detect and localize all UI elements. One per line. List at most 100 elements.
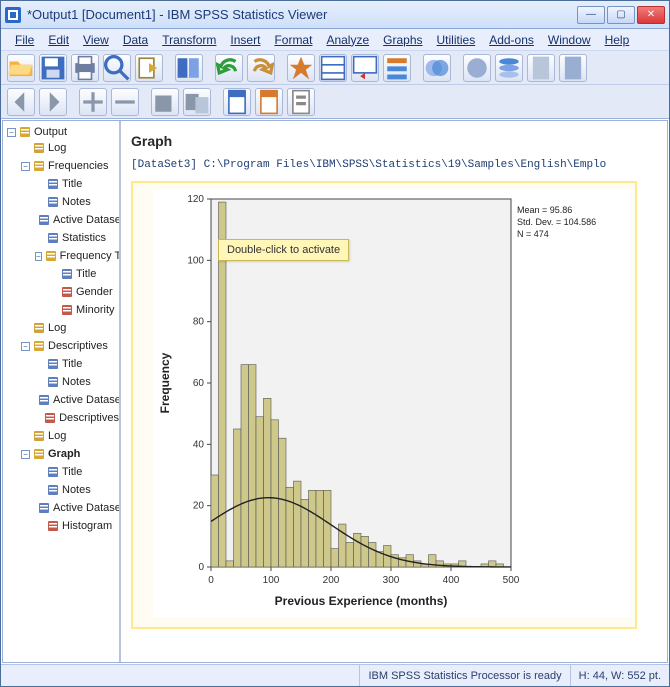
menu-file[interactable]: File (9, 31, 40, 49)
tree-node[interactable]: Notes (35, 481, 119, 499)
stack-icon (496, 55, 522, 81)
tree-node[interactable]: Gender (49, 283, 119, 301)
tree-node[interactable]: Active Dataset (35, 391, 119, 409)
select-button[interactable] (423, 54, 451, 82)
goto-data-button[interactable] (287, 54, 315, 82)
print-button[interactable] (71, 54, 99, 82)
recall-dialog-button[interactable] (175, 54, 203, 82)
nav-forward-button[interactable] (39, 88, 67, 116)
collapse-button[interactable] (151, 88, 179, 116)
tree-node[interactable]: Title (35, 463, 119, 481)
tree-node[interactable]: −Descriptives (21, 337, 119, 355)
tree-node[interactable]: Log (21, 139, 119, 157)
main-split: −OutputLog−FrequenciesTitleNotesActive D… (2, 120, 668, 663)
expand-button[interactable] (183, 88, 211, 116)
insert-title-button[interactable] (527, 54, 555, 82)
tree-node[interactable]: − Frequencies (21, 157, 119, 175)
tree-node[interactable]: Active Dataset (35, 499, 119, 517)
grid-arrow-icon (352, 55, 378, 81)
undo-button[interactable] (215, 54, 243, 82)
tree-node[interactable]: −Graph (21, 445, 119, 463)
tree-node[interactable]: Log (21, 427, 119, 445)
menu-window[interactable]: Window (542, 31, 597, 49)
tree-toggle[interactable]: − (21, 450, 30, 459)
redo-icon (248, 55, 274, 81)
variables-button[interactable] (383, 54, 411, 82)
tree-label: Frequencies (48, 158, 109, 174)
tree-toggle[interactable]: − (21, 162, 30, 171)
menu-graphs[interactable]: Graphs (377, 31, 428, 49)
svg-text:60: 60 (193, 378, 205, 389)
tree-node[interactable]: Title (35, 175, 119, 193)
tree-toggle[interactable]: − (21, 342, 30, 351)
nav-back-button[interactable] (7, 88, 35, 116)
minimize-button[interactable]: — (577, 6, 605, 24)
maximize-button[interactable]: ▢ (607, 6, 635, 24)
show-hidden-button[interactable] (463, 54, 491, 82)
hide-button[interactable] (255, 88, 283, 116)
demote-button[interactable] (111, 88, 139, 116)
tree-toggle[interactable]: − (35, 252, 42, 261)
menu-view[interactable]: View (77, 31, 115, 49)
tree-label: Gender (76, 284, 113, 300)
tree-node[interactable]: −Frequency Table (35, 247, 119, 265)
tree-node[interactable]: Title (49, 265, 119, 283)
menu-edit[interactable]: Edit (42, 31, 75, 49)
export-button[interactable] (135, 54, 163, 82)
tree-node[interactable]: Notes (35, 373, 119, 391)
tree-node[interactable]: Active Dataset (35, 211, 119, 229)
svg-text:200: 200 (323, 575, 340, 586)
close-button[interactable]: ✕ (637, 6, 665, 24)
svg-text:0: 0 (208, 575, 214, 586)
tree-root-node[interactable]: −Output (7, 125, 119, 139)
titlebar[interactable]: *Output1 [Document1] - IBM SPSS Statisti… (1, 1, 669, 29)
plus-icon (80, 89, 106, 115)
designate-button[interactable] (287, 88, 315, 116)
preview-button[interactable] (103, 54, 131, 82)
insert-text-button[interactable] (559, 54, 587, 82)
grid-icon (320, 55, 346, 81)
insert-heading-button[interactable] (495, 54, 523, 82)
undo-icon (216, 55, 242, 81)
menu-data[interactable]: Data (117, 31, 154, 49)
goto-variable-button[interactable] (351, 54, 379, 82)
menubar: File Edit View Data Transform Insert For… (1, 29, 669, 51)
menu-insert[interactable]: Insert (224, 31, 266, 49)
tree-label: Log (48, 140, 66, 156)
box-icon (152, 89, 178, 115)
window-title: *Output1 [Document1] - IBM SPSS Statisti… (27, 7, 577, 22)
outline-pane[interactable]: −OutputLog−FrequenciesTitleNotesActive D… (3, 121, 121, 662)
menu-help[interactable]: Help (599, 31, 636, 49)
tree-label: Active Dataset (53, 500, 121, 516)
tree-node[interactable]: Descriptives (35, 409, 119, 427)
activate-tooltip: Double-click to activate (218, 239, 349, 261)
star-icon (288, 55, 314, 81)
open-button[interactable] (7, 54, 35, 82)
content-pane[interactable]: Graph [DataSet3] C:\Program Files\IBM\SP… (121, 121, 667, 662)
goto-case-button[interactable] (319, 54, 347, 82)
menu-format[interactable]: Format (268, 31, 318, 49)
redo-button[interactable] (247, 54, 275, 82)
tree-node[interactable]: Statistics (35, 229, 119, 247)
chart-object[interactable]: Double-click to activate 020406080100120… (131, 181, 637, 629)
arrow-left-icon (8, 89, 34, 115)
tree-node[interactable]: Histogram (35, 517, 119, 535)
status-dimensions: H: 44, W: 552 pt. (570, 665, 669, 686)
tree-toggle[interactable]: − (7, 128, 16, 137)
status-processor: IBM SPSS Statistics Processor is ready (359, 665, 569, 686)
tree-node[interactable]: Minority (49, 301, 119, 319)
tree-node[interactable]: Notes (35, 193, 119, 211)
tree-node[interactable]: Log (21, 319, 119, 337)
svg-text:Frequency: Frequency (158, 352, 172, 413)
menu-utilities[interactable]: Utilities (431, 31, 482, 49)
svg-text:40: 40 (193, 439, 205, 450)
menu-analyze[interactable]: Analyze (320, 31, 375, 49)
show-button[interactable] (223, 88, 251, 116)
circle-icon (464, 55, 490, 81)
tree-node[interactable]: Title (35, 355, 119, 373)
menu-transform[interactable]: Transform (156, 31, 222, 49)
save-button[interactable] (39, 54, 67, 82)
menu-addons[interactable]: Add-ons (483, 31, 540, 49)
promote-button[interactable] (79, 88, 107, 116)
tree-label: Title (62, 464, 82, 480)
